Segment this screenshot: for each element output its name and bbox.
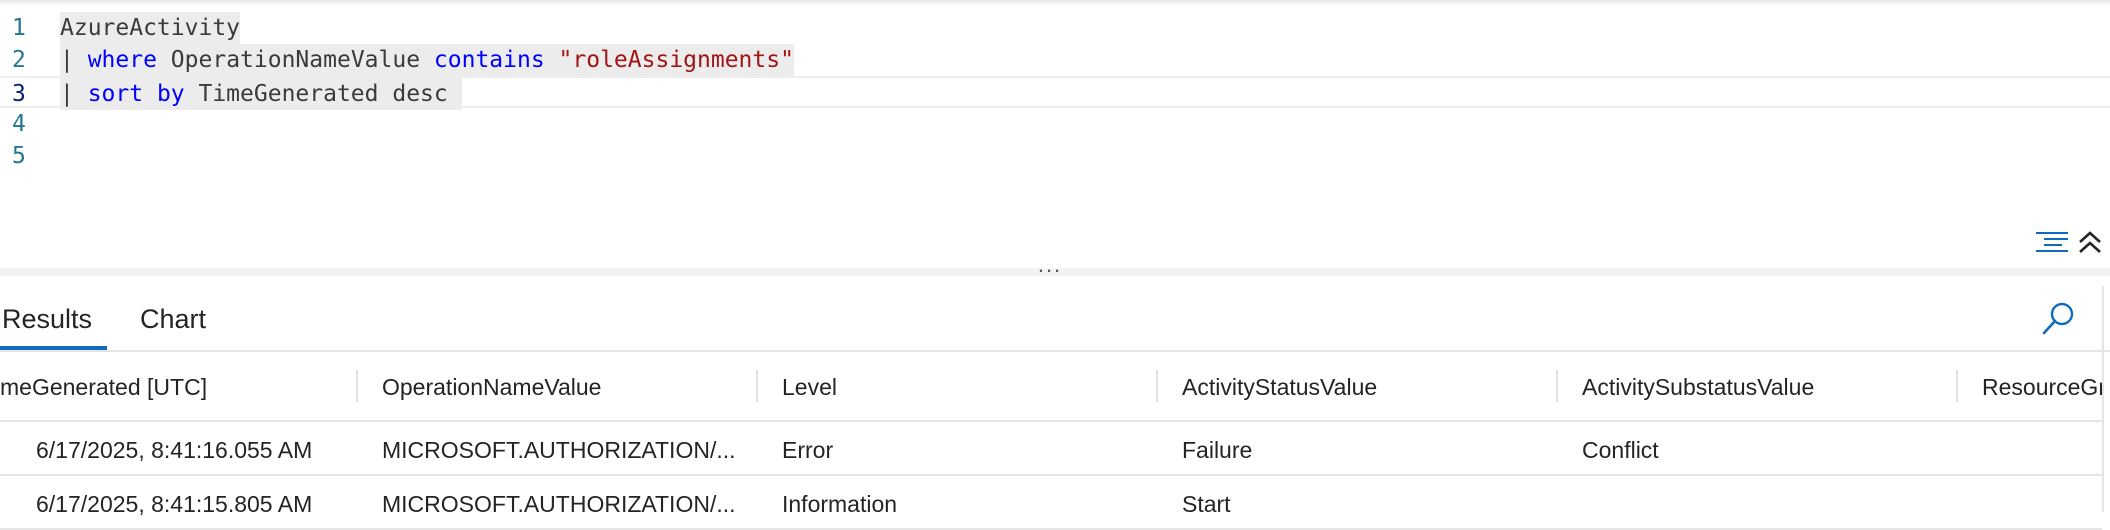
- code-keyword: where: [87, 47, 157, 73]
- cell-level: Error: [782, 437, 834, 463]
- cell-timegenerated: 6/17/2025, 8:41:16.055 AM: [36, 437, 313, 463]
- search-icon: [2042, 302, 2074, 335]
- code-identifier: |: [60, 81, 88, 107]
- line-number: 4: [12, 111, 26, 137]
- line-number: 3: [12, 81, 26, 107]
- tab-results[interactable]: Results: [2, 304, 92, 335]
- editor-top-shadow: [0, 0, 2110, 6]
- cell-operationnamevalue: MICROSOFT.AUTHORIZATION/...: [382, 437, 736, 463]
- table-row[interactable]: 6/17/2025, 8:41:16.055 AM MICROSOFT.AUTH…: [0, 422, 2102, 476]
- code-keyword: contains: [433, 47, 545, 73]
- search-results-button[interactable]: [2038, 300, 2078, 340]
- grid-header-row: meGenerated [UTC] OperationNameValue Lev…: [0, 352, 2102, 422]
- code-text[interactable]: | where OperationNameValue contains "rol…: [60, 44, 794, 76]
- code-identifier: AzureActivity: [60, 15, 241, 41]
- line-number: 2: [12, 47, 26, 73]
- cell-activitystatusvalue: Start: [1182, 491, 1231, 517]
- column-resize-handle[interactable]: [356, 370, 358, 402]
- column-resize-handle[interactable]: [756, 370, 758, 402]
- line-number: 5: [12, 143, 26, 169]
- editor-line[interactable]: 4: [0, 108, 2110, 140]
- column-resize-handle[interactable]: [1156, 370, 1158, 402]
- cell-level: Information: [782, 491, 898, 517]
- code-text[interactable]: | sort by TimeGenerated desc: [60, 78, 462, 110]
- cell-activitysubstatusvalue: [1582, 476, 1952, 528]
- editor-line[interactable]: 5: [0, 140, 2110, 172]
- query-editor[interactable]: 1 AzureActivity 2 | where OperationNameValu…: [0, 0, 2110, 268]
- editor-line[interactable]: 1 AzureActivity: [0, 12, 2110, 44]
- splitter-handle[interactable]: ...: [1030, 254, 1070, 278]
- cell-activitysubstatusvalue: Conflict: [1582, 437, 1659, 463]
- column-header-operationnamevalue[interactable]: OperationNameValue: [382, 352, 752, 420]
- active-tab-indicator: [0, 346, 107, 350]
- cell-activitystatusvalue: Failure: [1182, 437, 1253, 463]
- column-header-activitysubstatusvalue[interactable]: ActivitySubstatusValue: [1582, 352, 1952, 420]
- editor-line[interactable]: 3 | sort by TimeGenerated desc: [0, 76, 2110, 110]
- code-identifier: [545, 47, 559, 73]
- code-text[interactable]: AzureActivity: [60, 12, 241, 44]
- chevron-double-up-icon: [2079, 231, 2101, 253]
- cell-timegenerated: 6/17/2025, 8:41:15.805 AM: [36, 491, 313, 517]
- cell-resourcegroup: [1982, 422, 2102, 474]
- code-keyword: sort by: [87, 81, 185, 107]
- grid-right-border: [2102, 286, 2104, 512]
- column-header-timegenerated[interactable]: meGenerated [UTC]: [0, 352, 340, 420]
- tab-chart[interactable]: Chart: [140, 304, 206, 335]
- collapse-editor-button[interactable]: [2076, 228, 2104, 258]
- table-row[interactable]: 6/17/2025, 8:41:15.805 AM MICROSOFT.AUTH…: [0, 476, 2102, 530]
- column-header-activitystatusvalue[interactable]: ActivityStatusValue: [1182, 352, 1552, 420]
- results-tabs: Results Chart: [0, 286, 2110, 352]
- code-identifier: OperationNameValue: [156, 47, 434, 73]
- column-resize-handle[interactable]: [1556, 370, 1558, 402]
- line-number: 1: [12, 15, 26, 41]
- code-identifier: TimeGenerated desc: [184, 81, 462, 107]
- column-header-level[interactable]: Level: [782, 352, 1152, 420]
- cell-resourcegroup: [1982, 476, 2102, 528]
- column-resize-handle[interactable]: [1956, 370, 1958, 402]
- editor-line[interactable]: 2 | where OperationNameValue contains "ro…: [0, 44, 2110, 76]
- code-string: "roleAssignments": [558, 47, 794, 73]
- format-document-button[interactable]: [2034, 228, 2070, 258]
- column-header-resourcegroup[interactable]: ResourceGr: [1982, 352, 2102, 420]
- cell-operationnamevalue: MICROSOFT.AUTHORIZATION/...: [382, 491, 736, 517]
- code-identifier: |: [60, 47, 88, 73]
- format-document-icon: [2036, 232, 2068, 252]
